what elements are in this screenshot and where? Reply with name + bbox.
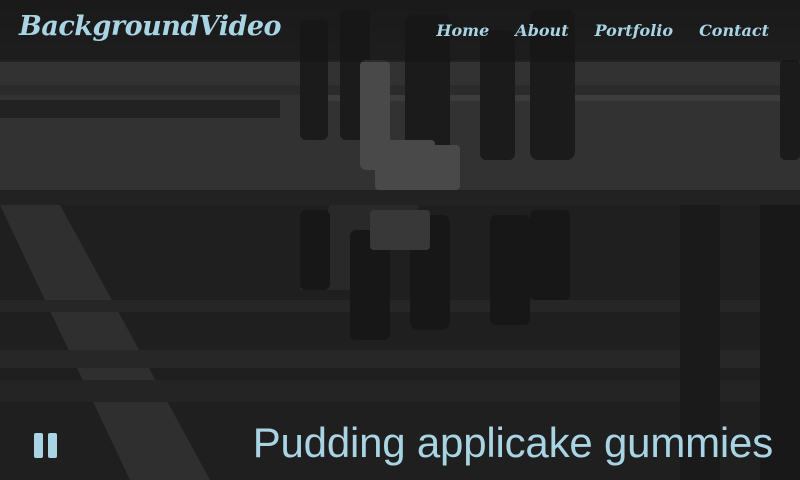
nav-item-contact: Contact [699, 21, 769, 41]
navbar: BackgroundVideo Home About Portfolio Con… [0, 0, 800, 62]
nav-item-about: About [515, 21, 568, 41]
nav-item-home: Home [436, 21, 489, 41]
brand-logo-link[interactable]: BackgroundVideo [19, 11, 282, 42]
pause-button[interactable] [30, 430, 60, 460]
nav-link-contact[interactable]: Contact [699, 21, 769, 40]
pause-icon [33, 432, 43, 458]
main-nav: Home About Portfolio Contact [436, 21, 769, 41]
hero-caption: Pudding applicake gummies [252, 419, 774, 466]
nav-item-portfolio: Portfolio [595, 21, 673, 41]
dark-overlay [0, 0, 800, 480]
nav-link-portfolio[interactable]: Portfolio [595, 21, 673, 40]
nav-link-home[interactable]: Home [436, 21, 489, 40]
hero-section: BackgroundVideo Home About Portfolio Con… [0, 0, 800, 480]
pause-icon-bar-right [47, 432, 57, 458]
nav-link-about[interactable]: About [515, 21, 568, 40]
